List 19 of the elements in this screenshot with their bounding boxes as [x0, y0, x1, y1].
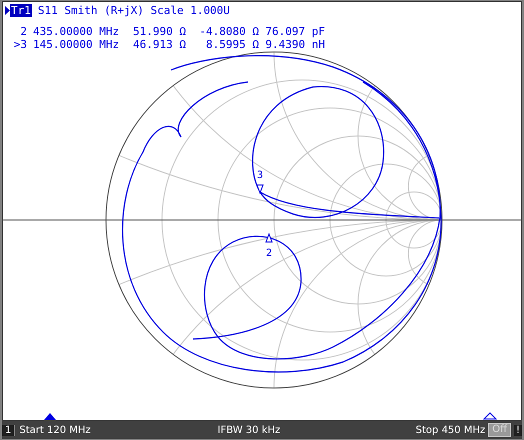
- marker-triangle-icon: [265, 232, 273, 242]
- marker-equivalent: 76.097 pF: [265, 25, 325, 38]
- marker-label: 3: [256, 170, 264, 181]
- marker-label: 2: [266, 248, 272, 259]
- marker-equivalent: 9.4390 nH: [265, 38, 325, 51]
- ifbw-label[interactable]: IFBW 30 kHz: [218, 424, 416, 436]
- marker-number: >3: [12, 38, 27, 51]
- marker-reactance: -4.8080 Ω: [198, 25, 259, 38]
- stop-frequency[interactable]: Stop 450 MHz: [416, 424, 486, 436]
- marker-triangle-icon: [44, 413, 56, 420]
- marker-frequency: 145.00000 MHz: [33, 38, 120, 51]
- marker-reactance: 8.5995 Ω: [205, 38, 259, 51]
- marker-triangle-icon: [256, 184, 264, 194]
- trace-title: S11 Smith (R+jX) Scale 1.000U: [38, 4, 230, 17]
- channel-number[interactable]: 1: [2, 424, 16, 436]
- marker-number: 2: [19, 25, 27, 38]
- alert-indicator: !: [514, 424, 522, 436]
- start-frequency[interactable]: Start 120 MHz: [19, 424, 218, 436]
- marker-frequency: 435.00000 MHz: [33, 25, 120, 38]
